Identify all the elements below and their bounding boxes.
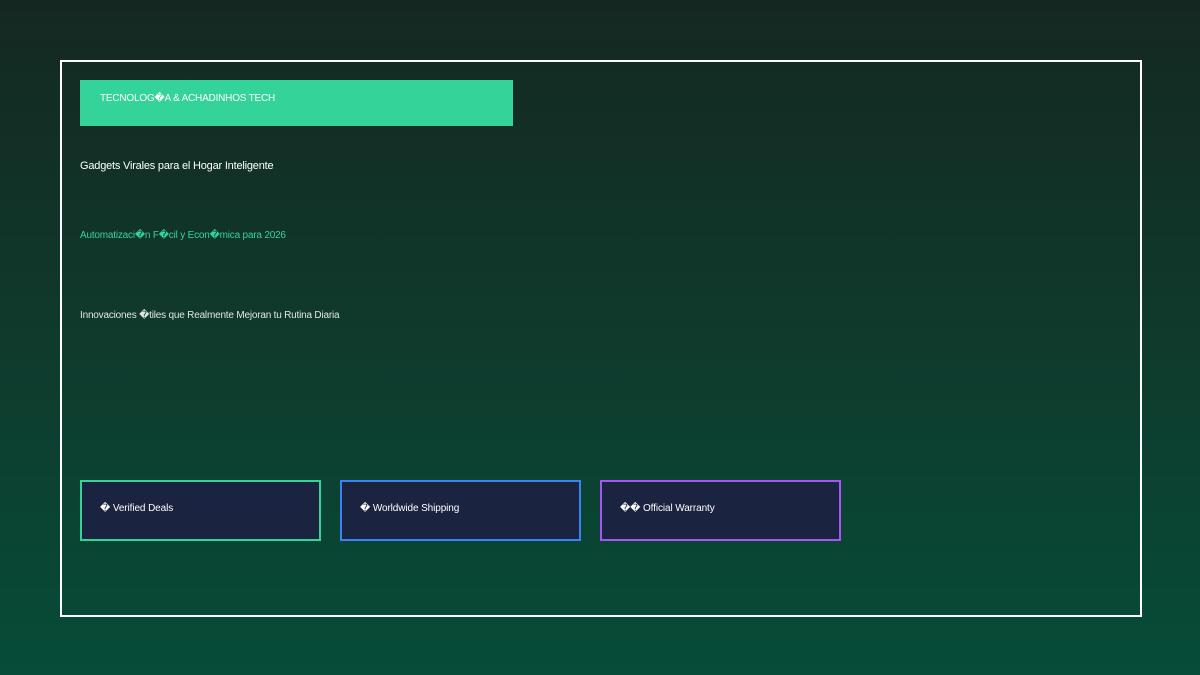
page-title: Gadgets Virales para el Hogar Inteligent… — [80, 160, 274, 172]
category-banner-label: TECNOLOG�A & ACHADINHOS TECH — [100, 93, 276, 104]
feature-badge-worldwide-shipping: � Worldwide Shipping — [340, 480, 581, 541]
category-banner: TECNOLOG�A & ACHADINHOS TECH — [80, 80, 513, 126]
page-description: Innovaciones �tiles que Realmente Mejora… — [80, 310, 340, 321]
feature-badge-label: � Worldwide Shipping — [360, 503, 460, 514]
feature-badge-label: �� Official Warranty — [620, 503, 715, 514]
feature-badge-official-warranty: �� Official Warranty — [600, 480, 841, 541]
page-subtitle: Automatizaci�n F�cil y Econ�mica para 20… — [80, 230, 286, 241]
feature-badge-label: � Verified Deals — [100, 503, 174, 514]
feature-badge-verified-deals: � Verified Deals — [80, 480, 321, 541]
